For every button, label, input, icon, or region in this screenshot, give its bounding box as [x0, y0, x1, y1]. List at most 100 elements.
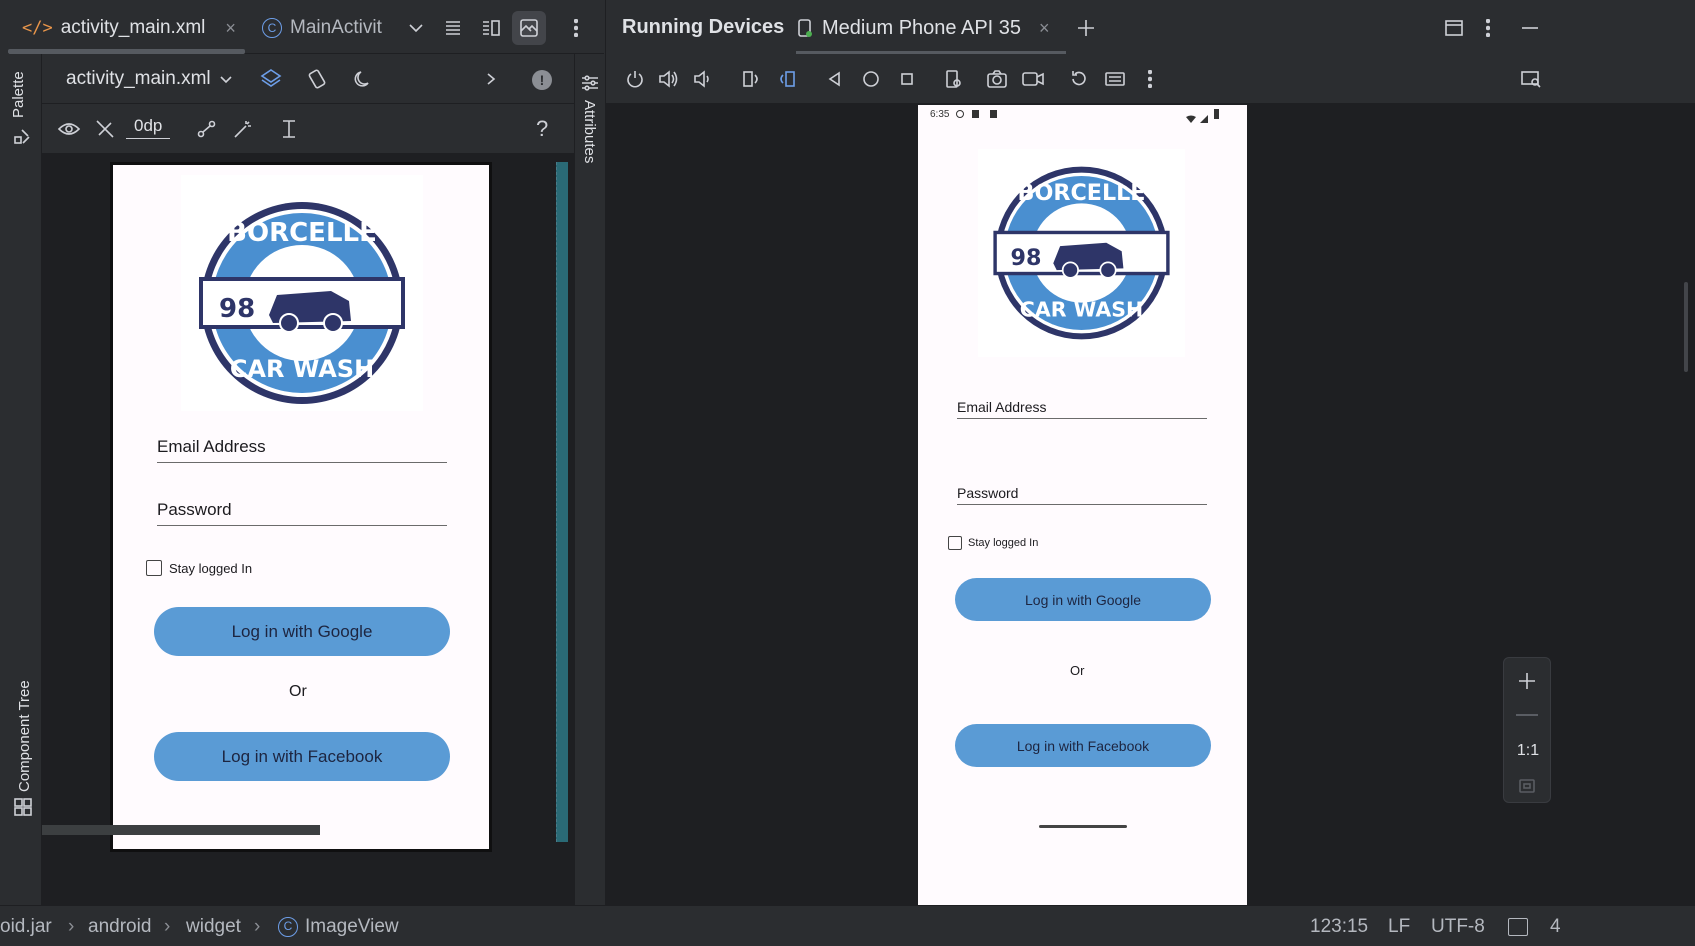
attributes-settings-icon[interactable]: [579, 72, 601, 94]
tab-main-activity[interactable]: C MainActivit: [262, 10, 382, 46]
more-options-icon[interactable]: [1480, 14, 1496, 42]
tab-medium-phone[interactable]: Medium Phone API 35 ×: [796, 10, 1050, 46]
screenshot-camera-icon[interactable]: [984, 66, 1010, 92]
file-encoding[interactable]: UTF-8: [1431, 916, 1485, 938]
indent-setting[interactable]: 4: [1550, 916, 1561, 938]
google-login-button[interactable]: Log in with Google: [955, 578, 1211, 621]
tab-activity-main-label: activity_main.xml: [60, 17, 206, 38]
chevron-right-icon[interactable]: [482, 68, 500, 90]
google-login-button[interactable]: Log in with Google: [154, 607, 450, 656]
breadcrumb-item[interactable]: ImageView: [305, 916, 399, 938]
caret-position[interactable]: 123:15: [1310, 916, 1368, 938]
logo-image[interactable]: 98 BORCELLE CAR WASH: [181, 175, 423, 411]
view-options-eye-icon[interactable]: [52, 112, 86, 146]
tab-activity-main[interactable]: </> activity_main.xml ×: [22, 10, 236, 46]
running-devices-header: Running Devices Medium Phone API 35 ×: [606, 0, 1695, 54]
stay-logged-in-checkbox[interactable]: [146, 560, 162, 576]
device-settings-icon[interactable]: [940, 66, 966, 92]
add-device-icon[interactable]: [1072, 14, 1100, 42]
constraint-toolbar: 0dp ?: [42, 104, 574, 154]
email-field[interactable]: Email Address: [157, 437, 447, 463]
xml-file-icon: </>: [22, 18, 53, 38]
emulator-screen[interactable]: 6:35 98 BORCELLE CAR WASH Email Address …: [918, 105, 1247, 905]
design-view-icon[interactable]: [512, 11, 546, 45]
zoom-out-icon[interactable]: [1516, 714, 1538, 716]
palette-label: Palette: [10, 71, 27, 118]
zoom-in-icon[interactable]: [1512, 666, 1542, 696]
component-tree-label: Component Tree: [16, 680, 33, 792]
split-view-icon[interactable]: [474, 11, 508, 45]
volume-down-icon[interactable]: [690, 66, 716, 92]
emulator-toolbar: [606, 54, 1695, 104]
more-options-icon[interactable]: [1142, 66, 1158, 92]
signal-icon: [1200, 110, 1208, 123]
device-explorer-icon[interactable]: [1518, 66, 1544, 92]
rotate-right-icon[interactable]: [774, 66, 800, 92]
orientation-icon[interactable]: [300, 62, 334, 96]
left-tool-window-strip: Palette Component Tree: [0, 54, 42, 905]
ide-status-bar: oid.jar › android › widget › C ImageView…: [0, 905, 1695, 946]
design-surface-icon[interactable]: [254, 62, 288, 96]
help-icon[interactable]: ?: [536, 116, 548, 142]
guidelines-icon[interactable]: [272, 112, 306, 146]
layout-file-dropdown[interactable]: activity_main.xml: [66, 68, 233, 90]
car-wash-logo: 98 BORCELLE CAR WASH: [199, 202, 405, 404]
component-tree-icon[interactable]: [12, 796, 34, 818]
volume-up-icon[interactable]: [656, 66, 682, 92]
chevron-down-icon[interactable]: [404, 14, 428, 42]
password-field[interactable]: Password: [957, 485, 1207, 505]
vertical-scrollbar[interactable]: [556, 162, 568, 842]
back-icon[interactable]: [822, 66, 848, 92]
line-ending[interactable]: LF: [1388, 916, 1410, 938]
attributes-tool-button[interactable]: Attributes: [581, 100, 598, 163]
class-icon: C: [278, 917, 298, 937]
stay-logged-in-label: Stay logged In: [169, 561, 253, 576]
keyboard-icon[interactable]: [1102, 66, 1128, 92]
attributes-label: Attributes: [581, 100, 598, 164]
disable-autoconnect-icon[interactable]: [88, 112, 122, 146]
right-scrollbar[interactable]: [1684, 282, 1688, 372]
palette-icon[interactable]: [12, 126, 32, 146]
email-field[interactable]: Email Address: [957, 399, 1207, 419]
screen-record-icon[interactable]: [1020, 66, 1046, 92]
actual-size-button[interactable]: 1:1: [1504, 742, 1552, 760]
clear-constraints-icon[interactable]: [190, 112, 224, 146]
rotate-left-icon[interactable]: [738, 66, 764, 92]
breadcrumb-item[interactable]: oid.jar: [0, 916, 52, 938]
warning-icon[interactable]: !: [532, 70, 552, 90]
infer-constraints-icon[interactable]: [226, 112, 260, 146]
close-tab-icon[interactable]: ×: [225, 18, 236, 39]
read-only-icon[interactable]: [1508, 918, 1528, 936]
password-field[interactable]: Password: [157, 500, 447, 526]
facebook-login-button[interactable]: Log in with Facebook: [955, 724, 1211, 767]
notification-storage-icon: [990, 110, 997, 118]
design-toolbar: activity_main.xml !: [42, 54, 574, 104]
battery-icon: [1214, 109, 1219, 119]
minimize-icon[interactable]: [1516, 14, 1544, 42]
more-options-icon[interactable]: [568, 14, 584, 42]
breadcrumb-item[interactable]: android: [88, 916, 151, 938]
logo-number: 98: [1011, 245, 1042, 271]
tab-main-activity-label: MainActivit: [290, 17, 382, 38]
power-icon[interactable]: [622, 66, 648, 92]
stay-logged-in-checkbox[interactable]: [948, 536, 962, 550]
breadcrumb-item[interactable]: widget: [186, 916, 241, 938]
breadcrumb-separator-icon: ›: [164, 916, 171, 937]
gesture-navigation-bar[interactable]: [1039, 825, 1127, 828]
night-mode-icon[interactable]: [346, 62, 380, 96]
home-icon[interactable]: [858, 66, 884, 92]
logo-brand-text: BORCELLE: [227, 218, 377, 248]
zoom-controls: 1:1: [1503, 657, 1551, 803]
close-tab-icon[interactable]: ×: [1039, 18, 1050, 39]
code-view-icon[interactable]: [436, 11, 470, 45]
class-icon: C: [262, 18, 282, 38]
snapshot-restore-icon[interactable]: [1066, 66, 1092, 92]
horizontal-scrollbar[interactable]: [42, 825, 320, 835]
layout-file-label: activity_main.xml: [66, 68, 211, 89]
car-wash-logo: 98 BORCELLE CAR WASH: [993, 166, 1170, 340]
default-margin-field[interactable]: 0dp: [126, 116, 171, 139]
overview-icon[interactable]: [894, 66, 920, 92]
fit-screen-icon[interactable]: [1516, 776, 1538, 796]
window-layout-icon[interactable]: [1440, 14, 1468, 42]
facebook-login-button[interactable]: Log in with Facebook: [154, 732, 450, 781]
